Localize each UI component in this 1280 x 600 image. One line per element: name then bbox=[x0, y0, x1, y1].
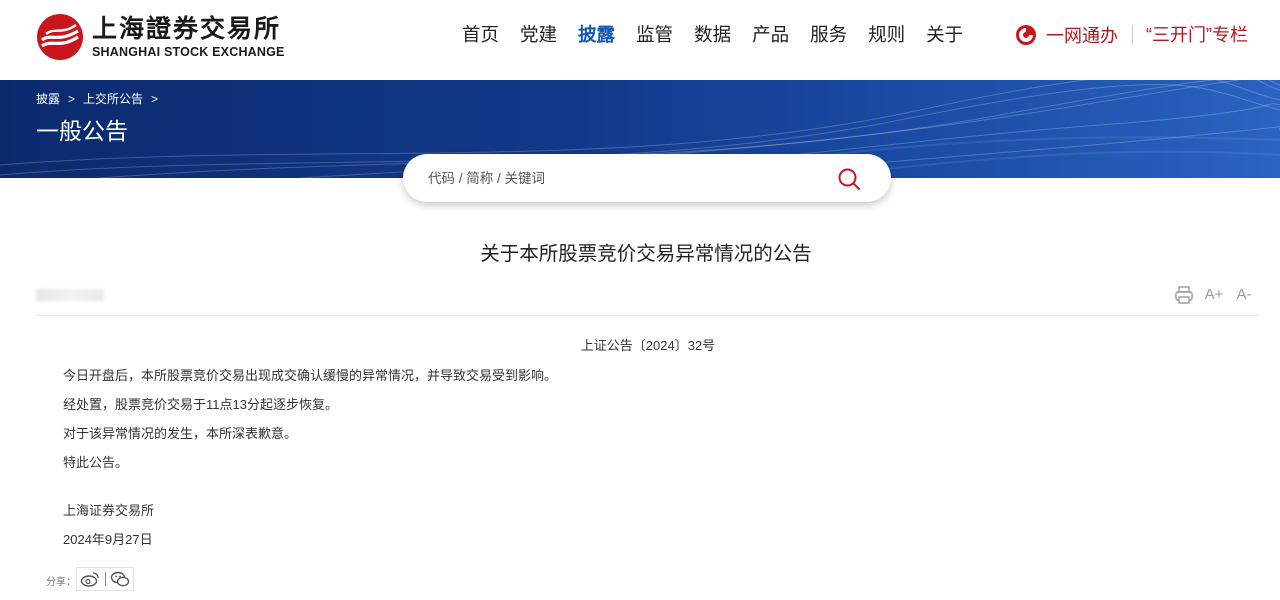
nav-item-services[interactable]: 服务 bbox=[810, 22, 847, 48]
site-header: 上海證券交易所 SHANGHAI STOCK EXCHANGE 首页 党建 披露… bbox=[0, 0, 1280, 80]
article-paragraph: 经处置，股票竞价交易于11点13分起逐步恢复。 bbox=[63, 397, 338, 412]
article-paragraph: 特此公告。 bbox=[63, 455, 129, 470]
font-decrease-button[interactable]: A- bbox=[1233, 284, 1255, 306]
nav-item-data[interactable]: 数据 bbox=[694, 22, 731, 48]
search-input[interactable] bbox=[428, 166, 828, 190]
weibo-icon[interactable] bbox=[80, 570, 100, 588]
printer-icon[interactable] bbox=[1173, 284, 1195, 306]
nav-item-disclosure[interactable]: 披露 bbox=[578, 22, 615, 48]
article-meta-blurred bbox=[36, 289, 104, 301]
share-separator bbox=[105, 572, 106, 586]
article-date: 2024年9月27日 bbox=[63, 532, 153, 547]
font-increase-button[interactable]: A+ bbox=[1203, 284, 1225, 306]
yiwangtongban-link[interactable]: 一网通办 bbox=[1015, 22, 1118, 48]
nav-item-about[interactable]: 关于 bbox=[926, 22, 963, 48]
article-paragraph: 对于该异常情况的发生，本所深表歉意。 bbox=[63, 426, 298, 441]
sankaimen-link[interactable]: “三开门”专栏 bbox=[1146, 22, 1248, 48]
search-icon[interactable] bbox=[836, 166, 862, 192]
search-box bbox=[403, 154, 891, 202]
logo-name-cn: 上海證券交易所 bbox=[92, 13, 282, 43]
sse-logo[interactable]: 上海證券交易所 SHANGHAI STOCK EXCHANGE bbox=[36, 12, 286, 62]
nav-item-products[interactable]: 产品 bbox=[752, 22, 789, 48]
title-divider bbox=[36, 315, 1258, 316]
main-nav: 首页 党建 披露 监管 数据 产品 服务 规则 关于 bbox=[462, 22, 984, 48]
breadcrumb: 披露 > 上交所公告 > bbox=[36, 90, 166, 107]
sse-logo-icon bbox=[37, 14, 83, 60]
header-divider bbox=[1132, 25, 1133, 45]
nav-item-party[interactable]: 党建 bbox=[520, 22, 557, 48]
breadcrumb-separator: > bbox=[68, 91, 76, 106]
nav-item-home[interactable]: 首页 bbox=[462, 22, 499, 48]
logo-name-en: SHANGHAI STOCK EXCHANGE bbox=[92, 44, 285, 59]
breadcrumb-separator: > bbox=[151, 91, 159, 106]
page-title: 一般公告 bbox=[36, 118, 128, 144]
breadcrumb-item-sse-announcements[interactable]: 上交所公告 bbox=[83, 90, 143, 107]
yiwangtongban-label: 一网通办 bbox=[1046, 26, 1118, 46]
wechat-icon[interactable] bbox=[110, 570, 130, 588]
document-number: 上证公告〔2024〕32号 bbox=[580, 338, 716, 353]
article-signature: 上海证券交易所 bbox=[63, 503, 155, 518]
article-title: 关于本所股票竞价交易异常情况的公告 bbox=[480, 243, 812, 265]
yiwangtongban-icon bbox=[1016, 25, 1036, 45]
nav-item-rules[interactable]: 规则 bbox=[868, 22, 905, 48]
article-paragraph: 今日开盘后，本所股票竞价交易出现成交确认缓慢的异常情况，并导致交易受到影响。 bbox=[63, 368, 558, 383]
share-label: 分享： bbox=[46, 577, 76, 588]
breadcrumb-item-disclosure[interactable]: 披露 bbox=[36, 90, 60, 107]
nav-item-regulation[interactable]: 监管 bbox=[636, 22, 673, 48]
